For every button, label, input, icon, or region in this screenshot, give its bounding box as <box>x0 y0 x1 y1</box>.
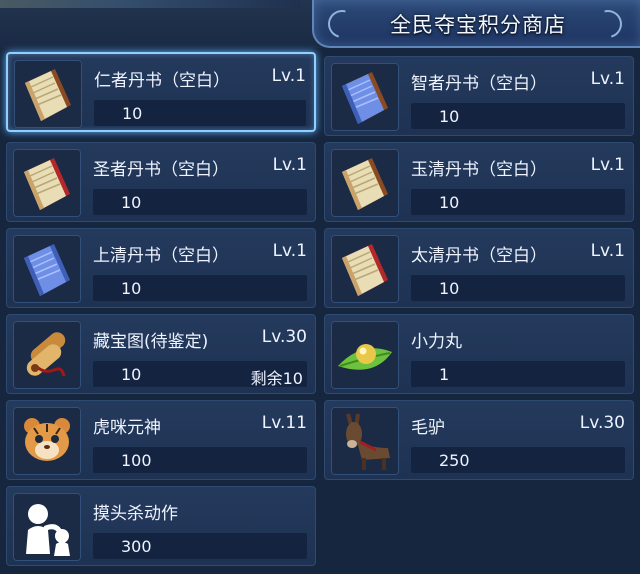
treasure-map-icon <box>14 322 80 388</box>
book-red-scroll-icon <box>332 150 398 216</box>
item-icon-frame <box>331 235 399 303</box>
item-icon-frame <box>331 407 399 475</box>
item-price: 250 <box>439 451 470 470</box>
item-level: Lv.11 <box>261 413 307 433</box>
item-price-bar: 10 <box>94 100 306 126</box>
item-name: 太清丹书（空白） <box>411 246 547 266</box>
item-level: Lv.1 <box>272 241 307 261</box>
item-icon-frame <box>331 149 399 217</box>
item-price-bar: 250 <box>411 447 625 473</box>
item-name: 摸头杀动作 <box>93 504 178 524</box>
item-price-bar: 100 <box>93 447 307 473</box>
tiger-cub-icon <box>14 408 80 474</box>
shop-item-card[interactable]: 毛驴 Lv.30 250 <box>324 400 634 480</box>
shop-item-card[interactable]: 智者丹书（空白） Lv.1 10 <box>324 56 634 136</box>
item-level: Lv.1 <box>590 241 625 261</box>
item-icon-frame <box>14 60 82 128</box>
item-name: 玉清丹书（空白） <box>411 160 547 180</box>
book-red-scroll-icon <box>14 150 80 216</box>
book-blue-scroll-icon <box>332 64 398 130</box>
item-remaining: 剩余10 <box>250 369 303 388</box>
item-icon-frame <box>331 63 399 131</box>
item-price: 10 <box>121 279 142 298</box>
shop-item-grid: 仁者丹书（空白） Lv.1 10 智者丹书（空白） Lv.1 10 圣者丹书（空… <box>6 52 634 570</box>
item-price: 10 <box>439 193 460 212</box>
item-level: Lv.30 <box>579 413 625 433</box>
item-level: Lv.1 <box>590 69 625 89</box>
item-icon-frame <box>13 407 81 475</box>
shop-item-card[interactable]: 藏宝图(待鉴定) Lv.30 10 剩余10 <box>6 314 316 394</box>
item-icon-frame <box>13 149 81 217</box>
item-price: 10 <box>121 365 142 384</box>
item-name: 智者丹书（空白） <box>411 74 547 94</box>
item-level: Lv.30 <box>261 327 307 347</box>
item-price: 10 <box>122 104 143 123</box>
header-bar: 全民夺宝积分商店 <box>0 0 640 48</box>
item-price-bar: 10 <box>411 189 625 215</box>
item-icon-frame <box>13 321 81 389</box>
item-price-bar: 1 <box>411 361 625 387</box>
header-ornament <box>0 0 300 8</box>
item-price-bar: 10 <box>411 275 625 301</box>
title-plate: 全民夺宝积分商店 <box>312 0 640 48</box>
item-price: 10 <box>439 279 460 298</box>
item-price-bar: 10 <box>93 189 307 215</box>
item-price-bar: 10 剩余10 <box>93 361 307 388</box>
shop-item-card[interactable]: 仁者丹书（空白） Lv.1 10 <box>6 52 316 132</box>
item-name: 仁者丹书（空白） <box>94 71 230 91</box>
item-icon-frame <box>13 493 81 561</box>
item-price: 10 <box>121 193 142 212</box>
book-red-scroll-icon <box>332 236 398 302</box>
item-level: Lv.1 <box>271 66 306 86</box>
shop-item-card[interactable]: 虎咪元神 Lv.11 100 <box>6 400 316 480</box>
item-name: 圣者丹书（空白） <box>93 160 229 180</box>
shop-item-card[interactable]: 玉清丹书（空白） Lv.1 10 <box>324 142 634 222</box>
item-icon-frame <box>331 321 399 389</box>
item-price: 10 <box>439 107 460 126</box>
item-price: 300 <box>121 537 152 556</box>
item-icon-frame <box>13 235 81 303</box>
shop-title: 全民夺宝积分商店 <box>390 13 566 37</box>
item-level: Lv.1 <box>590 155 625 175</box>
book-blue-scroll-icon <box>14 236 80 302</box>
item-price: 100 <box>121 451 152 470</box>
item-price-bar: 300 <box>93 533 307 559</box>
item-name: 上清丹书（空白） <box>93 246 229 266</box>
shop-item-card[interactable]: 太清丹书（空白） Lv.1 10 <box>324 228 634 308</box>
shop-item-card[interactable]: 上清丹书（空白） Lv.1 10 <box>6 228 316 308</box>
shop-item-card[interactable]: 摸头杀动作 300 <box>6 486 316 566</box>
item-name: 毛驴 <box>411 418 445 438</box>
item-price: 1 <box>439 365 450 384</box>
item-name: 小力丸 <box>411 332 462 352</box>
shop-item-card[interactable]: 小力丸 1 <box>324 314 634 394</box>
item-level: Lv.1 <box>272 155 307 175</box>
donkey-icon <box>332 408 398 474</box>
pill-on-leaf-icon <box>332 322 398 388</box>
book-red-scroll-icon <box>15 61 81 127</box>
item-price-bar: 10 <box>93 275 307 301</box>
item-name: 藏宝图(待鉴定) <box>93 332 209 352</box>
item-price-bar: 10 <box>411 103 625 129</box>
item-name: 虎咪元神 <box>93 418 161 438</box>
head-pat-emote-icon <box>14 494 80 560</box>
shop-item-card[interactable]: 圣者丹书（空白） Lv.1 10 <box>6 142 316 222</box>
